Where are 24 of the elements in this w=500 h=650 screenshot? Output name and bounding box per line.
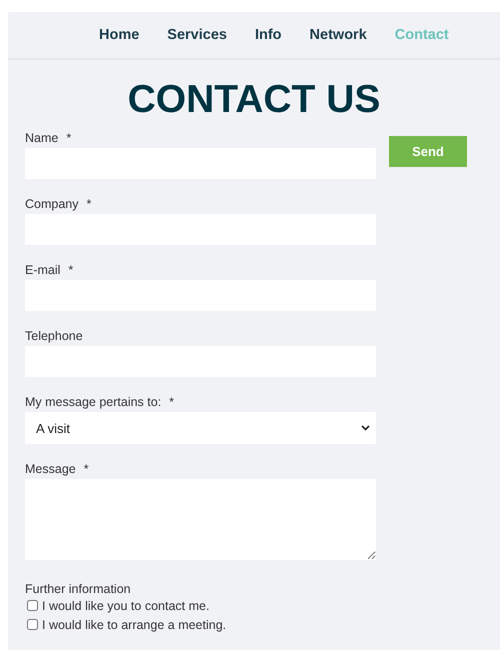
required-mark: * [169, 395, 174, 409]
required-mark: * [66, 131, 72, 145]
chevron-down-icon [361, 425, 370, 431]
page-title: CONTACT US [126, 78, 382, 122]
field-label: My message pertains to: [25, 395, 162, 409]
checkbox[interactable] [27, 619, 38, 630]
message-field[interactable] [25, 479, 376, 560]
checkbox[interactable] [27, 600, 38, 611]
required-mark: * [68, 263, 74, 277]
checkbox-label: I would like you to contact me. [42, 598, 210, 612]
required-mark: * [84, 462, 89, 476]
field-label: E-mail [25, 263, 60, 277]
field-label: Company [25, 197, 78, 211]
field-label: Message [25, 462, 76, 476]
nav-link[interactable]: Services [167, 27, 227, 43]
select-field[interactable]: A visit [25, 412, 376, 444]
nav-link[interactable]: Home [99, 27, 140, 43]
field-label: Name [25, 131, 58, 145]
required-mark: * [86, 197, 92, 211]
nav-link[interactable]: Network [310, 27, 367, 43]
section-heading: Further information [25, 582, 132, 596]
checkbox-label: I would like to arrange a meeting. [42, 618, 226, 632]
field-label: Telephone [25, 329, 83, 343]
nav-link[interactable]: Info [254, 27, 282, 43]
